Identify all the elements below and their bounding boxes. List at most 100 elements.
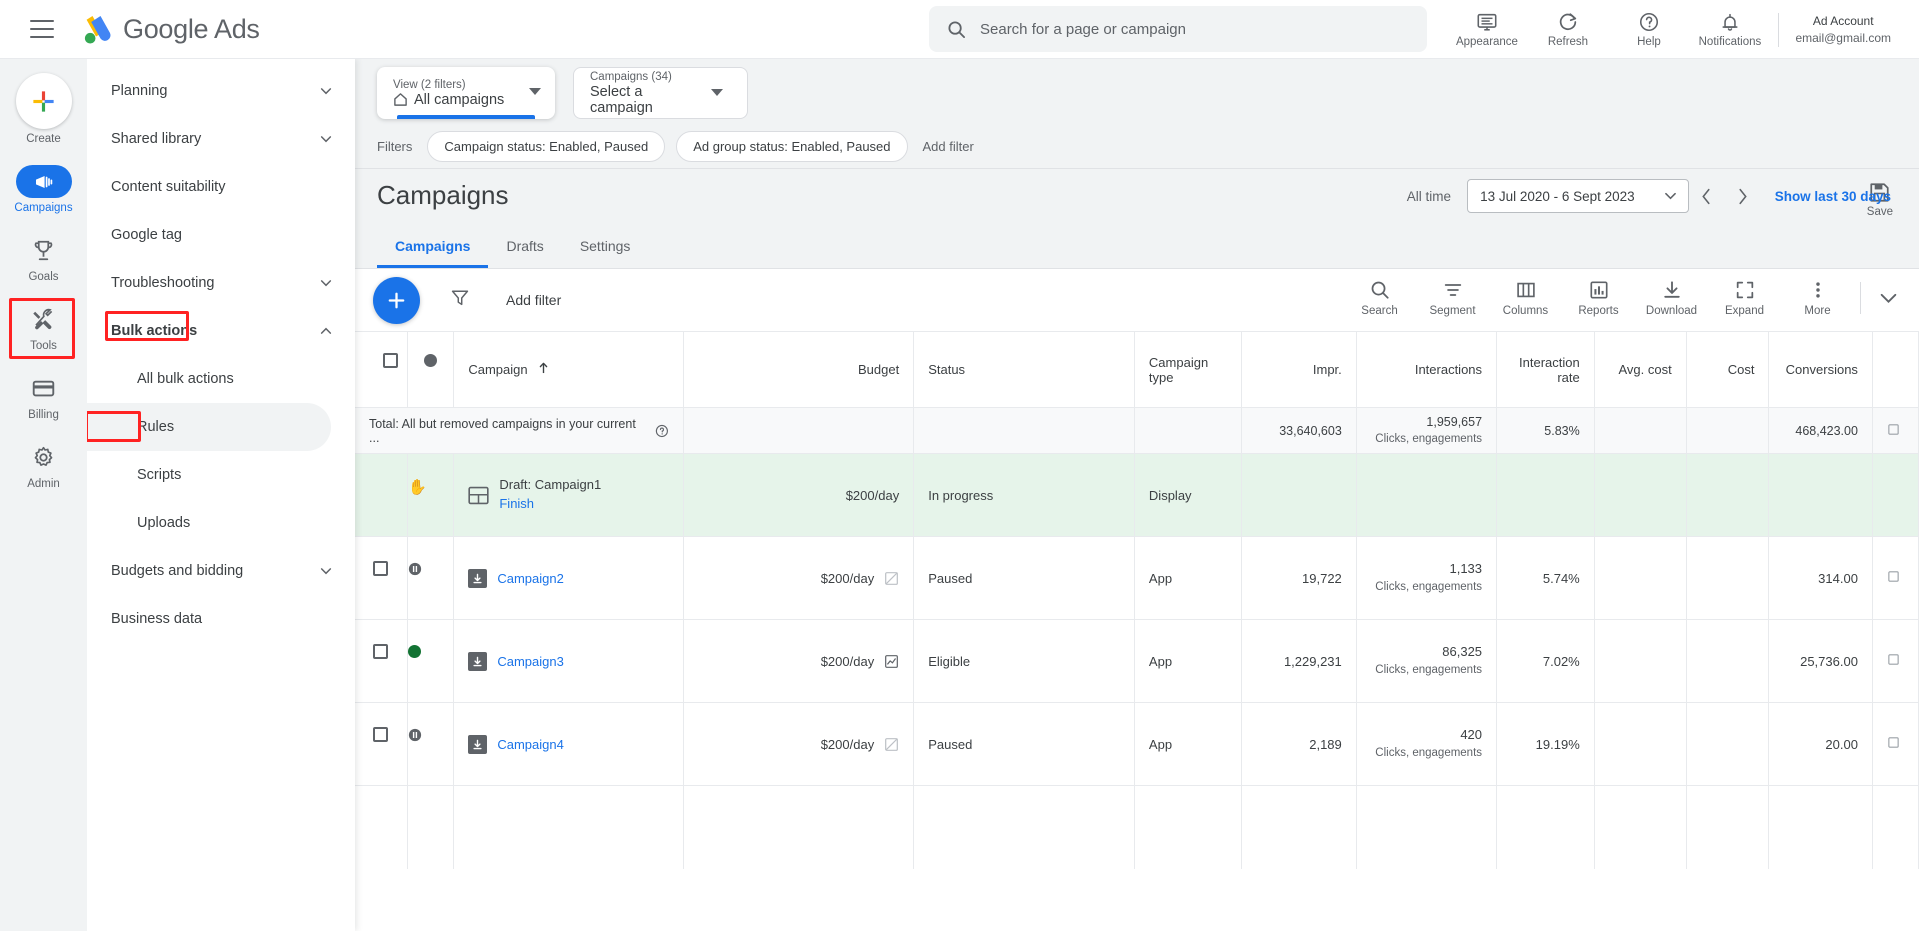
tab-settings[interactable]: Settings (562, 224, 649, 268)
table-row-partial[interactable] (355, 785, 1919, 869)
expand-tool-button[interactable]: Expand (1708, 276, 1781, 317)
google-ads-logo[interactable]: Google Ads (80, 14, 260, 45)
rail-item-campaigns[interactable]: Campaigns (0, 165, 87, 214)
row5-impressions (1241, 785, 1357, 869)
nav-item-content-suitability[interactable]: Content suitability (87, 163, 355, 211)
draft-select-cell (355, 453, 409, 537)
row2-campaign-name[interactable]: Campaign2 (497, 571, 564, 586)
notifications-button[interactable]: Notifications (1689, 11, 1770, 48)
header-select-all[interactable] (355, 331, 409, 408)
header-status[interactable]: Status (913, 331, 1135, 408)
nav-item-planning[interactable]: Planning (87, 67, 355, 115)
draft-finish-link[interactable]: Finish (499, 495, 601, 514)
row5-select-cell[interactable] (355, 785, 409, 869)
row-checkbox[interactable] (373, 561, 388, 576)
search-box[interactable] (929, 6, 1427, 52)
filter-chip-adgroup-status[interactable]: Ad group status: Enabled, Paused (676, 130, 908, 162)
row3-select-cell[interactable] (355, 619, 409, 703)
show-last-30-days-link[interactable]: Show last 30 days (1775, 189, 1891, 204)
nav-item-scripts[interactable]: Scripts (87, 451, 355, 499)
nav-item-google-tag[interactable]: Google tag (87, 211, 355, 259)
toolbar-add-filter[interactable]: Add filter (506, 292, 561, 308)
row4-select-cell[interactable] (355, 702, 409, 786)
refresh-button[interactable]: Refresh (1527, 11, 1608, 48)
search-tool-label: Search (1361, 305, 1398, 317)
total-type-cell (1134, 407, 1242, 454)
help-button[interactable]: Help (1608, 11, 1689, 48)
add-filter-link[interactable]: Add filter (923, 139, 974, 154)
rail-item-goals[interactable]: Goals (0, 234, 87, 283)
search-tool-button[interactable]: Search (1343, 276, 1416, 317)
nav-label-bulk-actions: Bulk actions (111, 323, 198, 339)
table-row[interactable]: ✋ Draft: Campaign1 Finish $200/day In pr… (355, 453, 1919, 537)
view-all-campaigns-selector[interactable]: View (2 filters) All campaigns (377, 67, 555, 119)
nav-item-rules[interactable]: Rules (87, 403, 331, 451)
header-interactions[interactable]: Interactions (1356, 331, 1498, 408)
row-checkbox[interactable] (373, 644, 388, 659)
tab-drafts[interactable]: Drafts (488, 224, 561, 268)
collapse-toolbar-button[interactable] (1867, 276, 1909, 320)
nav-item-business-data[interactable]: Business data (87, 595, 355, 643)
more-tool-button[interactable]: More (1781, 276, 1854, 317)
filter-chip-campaign-status[interactable]: Campaign status: Enabled, Paused (427, 130, 666, 162)
row-checkbox[interactable] (373, 727, 388, 742)
rail-item-admin[interactable]: Admin (0, 441, 87, 490)
help-circle-icon[interactable] (655, 424, 669, 438)
row2-avg-cost (1594, 536, 1687, 620)
search-input[interactable] (980, 20, 1409, 38)
table-edit-icon[interactable] (1887, 570, 1900, 583)
nav-item-bulk-actions[interactable]: Bulk actions (87, 307, 355, 355)
nav-item-troubleshooting[interactable]: Troubleshooting (87, 259, 355, 307)
rail-item-tools[interactable]: Tools (0, 298, 87, 359)
paused-icon (409, 728, 422, 741)
campaign-dropdown-arrow-icon[interactable] (711, 89, 723, 96)
header-avg-cost[interactable]: Avg. cost (1594, 331, 1687, 408)
reports-tool-button[interactable]: Reports (1562, 276, 1635, 317)
row3-campaign-name[interactable]: Campaign3 (497, 654, 564, 669)
header-interaction-rate[interactable]: Interaction rate (1496, 331, 1595, 408)
filter-funnel-button[interactable] (450, 288, 470, 313)
table-edit-icon[interactable] (1887, 736, 1900, 749)
header-campaign[interactable]: Campaign (453, 331, 685, 408)
rail-item-billing[interactable]: Billing (0, 372, 87, 421)
chart-icon[interactable] (884, 654, 899, 669)
download-tool-button[interactable]: Download (1635, 276, 1708, 317)
row2-interaction-rate: 5.74% (1496, 536, 1595, 620)
date-prev-button[interactable] (1689, 179, 1725, 213)
campaign-selector[interactable]: Campaigns (34) Select a campaign (573, 67, 748, 119)
row2-select-cell[interactable] (355, 536, 409, 620)
total-label-wrap: Total: All but removed campaigns in your… (369, 417, 669, 445)
nav-item-shared-library[interactable]: Shared library (87, 115, 355, 163)
chart-disabled-icon[interactable] (884, 737, 899, 752)
view-dropdown-arrow-icon[interactable] (529, 88, 541, 95)
table-row[interactable]: Campaign3 $200/day Eligible App 1,229,23… (355, 619, 1919, 703)
rail-item-create[interactable]: Create (0, 73, 87, 145)
account-menu[interactable]: Ad Account email@gmail.com (1787, 13, 1899, 45)
nav-item-budgets-and-bidding[interactable]: Budgets and bidding (87, 547, 355, 595)
tab-campaigns[interactable]: Campaigns (377, 224, 489, 268)
header-budget[interactable]: Budget (683, 331, 915, 408)
date-range-picker[interactable]: 13 Jul 2020 - 6 Sept 2023 (1467, 179, 1689, 213)
header-impressions[interactable]: Impr. (1241, 331, 1357, 408)
table-edit-icon[interactable] (1887, 653, 1900, 666)
nav-item-all-bulk-actions[interactable]: All bulk actions (87, 355, 355, 403)
date-next-button[interactable] (1725, 179, 1761, 213)
gear-icon (34, 446, 53, 466)
add-campaign-button[interactable] (373, 276, 420, 324)
columns-tool-button[interactable]: Columns (1489, 276, 1562, 317)
chart-disabled-icon[interactable] (884, 571, 899, 586)
table-row[interactable]: Campaign4 $200/day Paused App 2,189 420 … (355, 702, 1919, 786)
appearance-button[interactable]: Appearance (1446, 11, 1527, 48)
segment-tool-button[interactable]: Segment (1416, 276, 1489, 317)
row4-campaign-name[interactable]: Campaign4 (497, 737, 564, 752)
brand-text: Google Ads (123, 14, 260, 45)
header-cost[interactable]: Cost (1686, 331, 1770, 408)
columns-icon (1516, 282, 1535, 298)
header-conversions[interactable]: Conversions (1768, 331, 1873, 408)
header-campaign-type[interactable]: Campaign type (1134, 331, 1242, 408)
nav-item-uploads[interactable]: Uploads (87, 499, 355, 547)
select-all-checkbox[interactable] (382, 352, 398, 368)
hamburger-menu-icon[interactable] (30, 20, 54, 38)
top-actions: Appearance Refresh Help Notifications Ad… (1446, 0, 1919, 59)
table-row[interactable]: Campaign2 $200/day Paused App 19,722 1,1… (355, 536, 1919, 620)
